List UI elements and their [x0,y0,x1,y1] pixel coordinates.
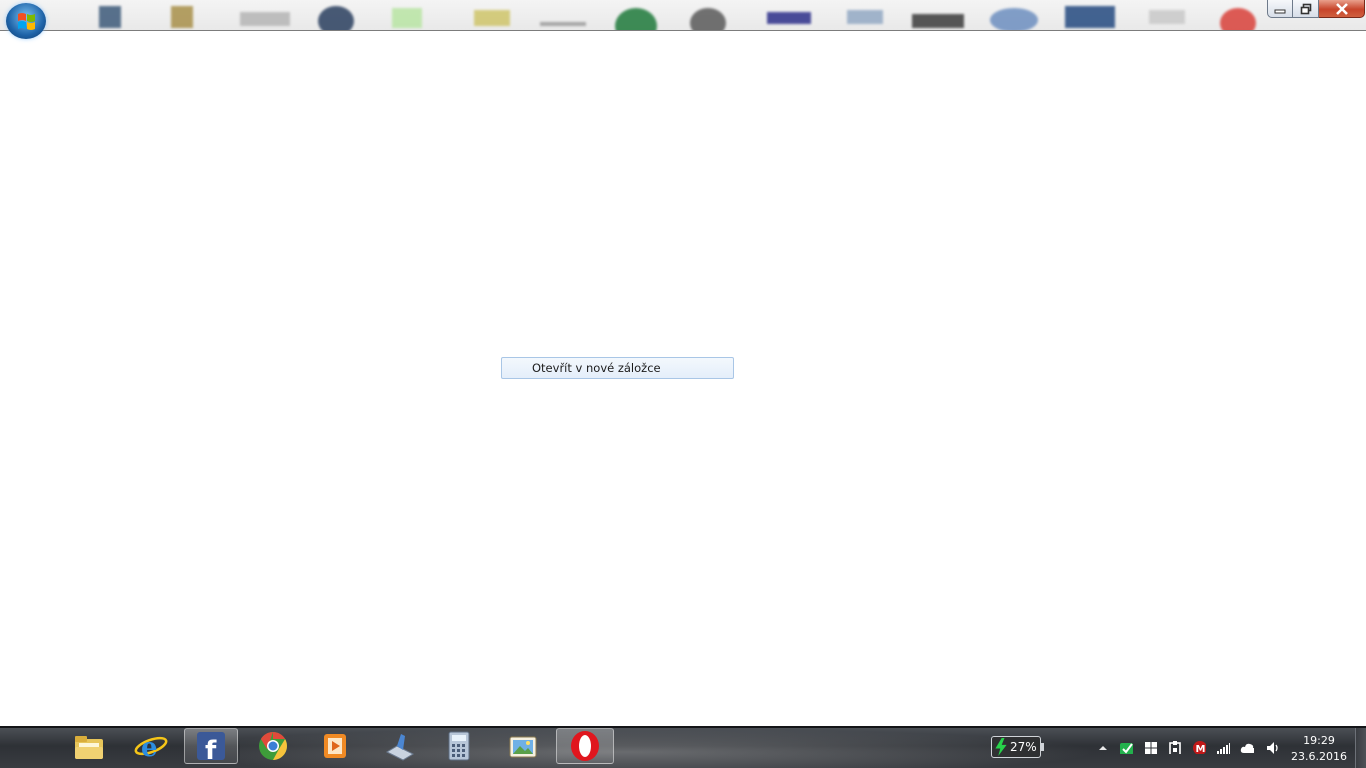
taskbar-file-explorer[interactable] [62,728,116,764]
cloud-icon[interactable] [1240,742,1254,756]
speed-dial-thumbnail[interactable] [318,0,358,30]
facebook-icon: f [197,732,225,762]
restore-icon [1300,3,1311,14]
svg-text:e: e [141,733,158,762]
taskbar-internet-explorer[interactable]: e [124,728,178,764]
calculator-icon [448,731,470,761]
speed-dial-thumbnail[interactable] [470,0,510,28]
photo-viewer-icon [509,736,537,758]
device-icon[interactable] [1168,740,1182,754]
clock-time: 19:29 [1303,734,1335,747]
file-explorer-icon [75,736,103,759]
mcafee-icon[interactable]: M [1192,740,1206,754]
chrome-icon [259,732,287,760]
speed-dial-thumbnail[interactable] [688,0,728,30]
show-desktop-button[interactable] [1355,728,1366,768]
charging-bolt-icon [995,738,1007,756]
speed-dial-thumbnail[interactable] [165,0,205,28]
start-button[interactable] [6,3,46,39]
speed-dial-thumbnail[interactable] [615,0,657,30]
minimize-icon [1274,9,1286,13]
clock-date: 23.6.2016 [1291,750,1347,763]
taskbar-photo-viewer[interactable] [496,728,550,764]
speed-dial-thumbnail[interactable] [240,0,290,28]
restore-button[interactable] [1293,0,1319,18]
speed-dial-thumbnail[interactable] [95,0,135,28]
media-player-icon [324,734,346,758]
speed-dial-thumbnail[interactable] [765,0,811,28]
system-clock[interactable]: 19:29 23.6.2016 [1288,733,1350,765]
battery-indicator[interactable]: 27% [991,736,1044,758]
context-menu-item-label: Otevřít v nové záložce [532,361,661,375]
window-controls [1267,0,1365,19]
opera-icon [571,731,599,761]
internet-explorer-icon: e [134,733,168,762]
context-menu-item-open-in-new-tab[interactable]: Otevřít v nové záložce [501,357,734,379]
speed-dial-thumbnail[interactable] [390,0,430,28]
taskbar-media-player[interactable] [308,728,362,764]
speed-dial-thumbnail[interactable] [1145,0,1185,28]
show-hidden-icons-arrow[interactable] [1098,743,1112,757]
taskbar-chrome[interactable] [246,728,300,764]
windows-flag-icon[interactable] [1144,741,1158,755]
security-check-icon[interactable] [1119,740,1133,754]
speed-dial-thumbnail[interactable] [1218,0,1258,30]
svg-text:M: M [1196,744,1206,754]
minimize-button[interactable] [1267,0,1293,18]
volume-icon[interactable] [1266,741,1280,755]
taskbar-opera[interactable] [556,728,614,764]
taskbar-scanner[interactable] [372,728,426,764]
svg-text:f: f [205,736,217,762]
battery-percent: 27% [1010,740,1037,754]
signal-icon[interactable] [1216,741,1230,755]
windows-start-icon [18,13,35,30]
speed-dial-strip [0,0,1366,31]
taskbar-wallpaper-glow [240,728,1100,768]
taskbar-calculator[interactable] [432,728,486,764]
taskbar-facebook[interactable]: f [184,728,238,764]
speed-dial-thumbnail[interactable] [540,0,586,28]
battery-terminal [1041,743,1044,751]
speed-dial-thumbnail[interactable] [912,0,964,28]
close-icon [1335,2,1348,15]
speed-dial-thumbnail[interactable] [990,0,1038,30]
speed-dial-thumbnail[interactable] [845,0,885,28]
close-button[interactable] [1319,0,1365,18]
speed-dial-thumbnail[interactable] [1065,0,1115,28]
scanner-icon [385,734,415,761]
